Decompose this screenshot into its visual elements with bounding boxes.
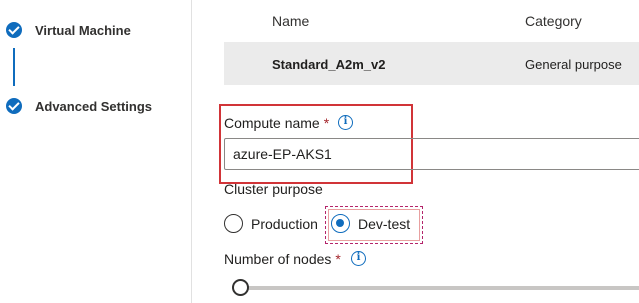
radio-dev-test[interactable]: Dev-test xyxy=(331,214,410,233)
table-row[interactable]: Standard_A2m_v2 General purpose xyxy=(224,42,639,85)
nodes-slider-thumb[interactable] xyxy=(232,279,249,296)
radio-circle[interactable] xyxy=(224,214,243,233)
compute-name-label: Compute name * xyxy=(224,115,329,131)
required-marker: * xyxy=(335,251,341,267)
radio-production[interactable]: Production xyxy=(224,214,318,233)
step-virtual-machine[interactable]: Virtual Machine xyxy=(6,22,131,38)
radio-circle[interactable] xyxy=(331,214,350,233)
vm-category-cell: General purpose xyxy=(525,57,622,72)
step-connector xyxy=(13,48,15,86)
required-marker: * xyxy=(323,115,330,131)
checkmark-circle-icon xyxy=(6,22,22,38)
info-icon[interactable]: i xyxy=(351,251,366,266)
step-label: Advanced Settings xyxy=(35,98,153,114)
column-header-name[interactable]: Name xyxy=(272,13,309,29)
radio-label: Production xyxy=(251,215,318,232)
nodes-slider-track[interactable] xyxy=(232,286,639,290)
number-of-nodes-label-text: Number of nodes xyxy=(224,251,332,267)
info-icon[interactable]: i xyxy=(338,115,353,130)
cluster-purpose-label: Cluster purpose xyxy=(224,181,323,197)
wizard-steps-panel: Virtual Machine Advanced Settings xyxy=(0,0,192,303)
step-label: Virtual Machine xyxy=(35,22,131,38)
vm-table-header: Name Category xyxy=(224,0,639,42)
vm-name-cell: Standard_A2m_v2 xyxy=(272,57,386,72)
compute-name-input[interactable]: azure-EP-AKS1 xyxy=(224,138,639,170)
number-of-nodes-label: Number of nodes * xyxy=(224,251,341,267)
compute-name-label-text: Compute name xyxy=(224,115,320,131)
step-advanced-settings[interactable]: Advanced Settings xyxy=(6,98,152,114)
radio-label: Dev-test xyxy=(358,215,411,232)
checkmark-circle-icon xyxy=(6,98,22,114)
column-header-category[interactable]: Category xyxy=(525,13,582,29)
